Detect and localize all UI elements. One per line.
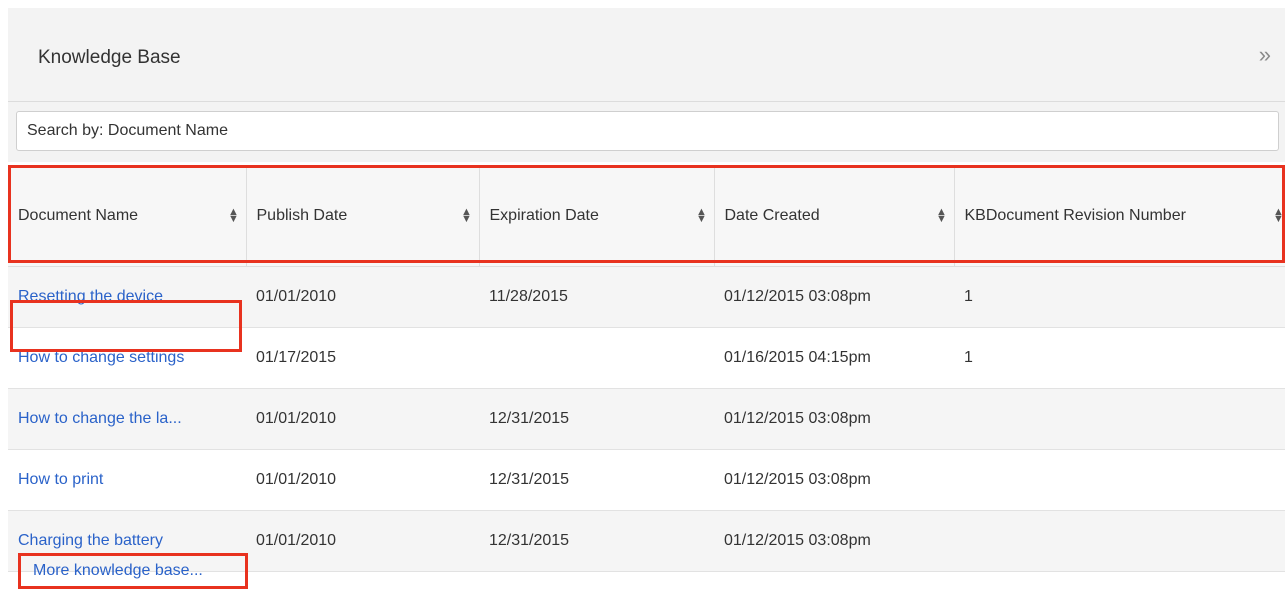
sort-icon[interactable]: ▲ ▼	[461, 207, 473, 225]
cell-revision-number: 1	[954, 266, 1285, 328]
cell-date-created: 01/12/2015 03:08pm	[714, 266, 954, 328]
column-header-document-name[interactable]: Document Name ▲ ▼	[8, 166, 247, 267]
table-row: Resetting the device 01/01/2010 11/28/20…	[8, 266, 1285, 328]
panel-header: Knowledge Base »	[8, 8, 1285, 102]
document-link[interactable]: Resetting the device	[18, 288, 163, 305]
column-label: Expiration Date	[489, 207, 599, 224]
sort-icon[interactable]: ▲ ▼	[228, 207, 240, 225]
knowledge-base-dashlet: Knowledge Base » Document Name ▲▼	[0, 0, 1285, 593]
cell-publish-date: 01/01/2010	[246, 449, 479, 511]
cell-date-created: 01/12/2015 03:08pm	[714, 388, 954, 450]
table-row: How to change settings 01/17/2015 01/16/…	[8, 327, 1285, 389]
column-label: KBDocument Revision Number	[964, 207, 1186, 224]
cell-revision-number	[954, 510, 1285, 572]
cell-expiration-date: 12/31/2015	[479, 510, 714, 572]
cell-revision-number	[954, 388, 1285, 450]
cell-date-created: 01/12/2015 03:08pm	[714, 449, 954, 511]
column-header-date-created[interactable]: Date Created ▲ ▼	[714, 166, 955, 267]
column-header-publish-date[interactable]: Publish Date ▲ ▼	[246, 166, 480, 267]
search-input[interactable]	[16, 111, 1279, 151]
cell-publish-date: 01/01/2010	[246, 510, 479, 572]
sort-icon[interactable]: ▲ ▼	[696, 207, 708, 225]
cell-document-name: How to print	[8, 449, 246, 511]
column-label: Publish Date	[256, 207, 348, 224]
cell-revision-number: 1	[954, 327, 1285, 389]
cell-expiration-date: 12/31/2015	[479, 449, 714, 511]
column-header-revision-number[interactable]: KBDocument Revision Number ▲ ▼	[954, 166, 1285, 267]
document-link[interactable]: How to print	[18, 471, 103, 488]
column-header-expiration-date[interactable]: Expiration Date ▲ ▼	[479, 166, 715, 267]
knowledge-base-table: Document Name ▲ ▼ Publish Date ▲ ▼ Expirat…	[8, 166, 1285, 572]
document-link[interactable]: How to change settings	[18, 349, 184, 366]
more-knowledge-base-link[interactable]: More knowledge base...	[18, 553, 248, 589]
cell-publish-date: 01/17/2015	[246, 327, 479, 389]
cell-expiration-date: 11/28/2015	[479, 266, 714, 328]
cell-expiration-date: 12/31/2015	[479, 388, 714, 450]
panel-title: Knowledge Base	[38, 47, 181, 68]
sort-icon[interactable]: ▲ ▼	[1273, 207, 1285, 225]
table-row: How to change the la... 01/01/2010 12/31…	[8, 388, 1285, 450]
cell-publish-date: 01/01/2010	[246, 388, 479, 450]
table-row: How to print 01/01/2010 12/31/2015 01/12…	[8, 449, 1285, 511]
cell-document-name: How to change settings	[8, 327, 246, 389]
search-area	[8, 102, 1285, 162]
document-link[interactable]: How to change the la...	[18, 410, 182, 427]
cell-date-created: 01/16/2015 04:15pm	[714, 327, 954, 389]
cell-publish-date: 01/01/2010	[246, 266, 479, 328]
document-link[interactable]: Charging the battery	[18, 532, 163, 549]
cell-document-name: Resetting the device	[8, 266, 246, 328]
column-label: Document Name	[18, 207, 139, 224]
table-header-row: Document Name ▲ ▼ Publish Date ▲ ▼ Expirat…	[8, 166, 1285, 267]
cell-revision-number	[954, 449, 1285, 511]
cell-date-created: 01/12/2015 03:08pm	[714, 510, 954, 572]
cell-document-name: How to change the la...	[8, 388, 246, 450]
cell-expiration-date	[479, 327, 714, 389]
collapse-icon[interactable]: »	[1259, 42, 1271, 68]
sort-icon[interactable]: ▲ ▼	[936, 207, 948, 225]
column-label: Date Created	[724, 207, 820, 224]
table-container: Document Name ▲ ▼ Publish Date ▲ ▼ Expirat…	[8, 166, 1285, 572]
